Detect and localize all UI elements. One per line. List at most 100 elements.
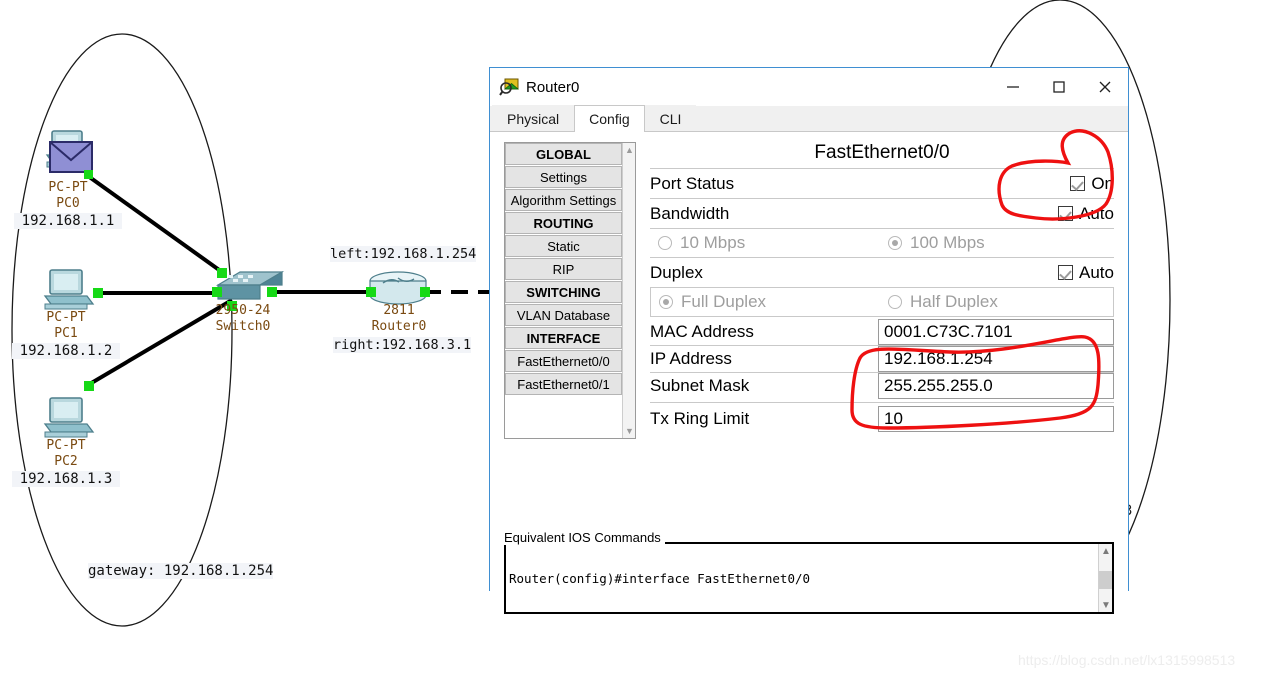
checkbox-icon[interactable] — [1058, 206, 1074, 221]
close-icon[interactable] — [1082, 68, 1128, 106]
link-led-switch-b — [212, 287, 222, 297]
device-pc1[interactable] — [43, 269, 95, 310]
mac-address-label: MAC Address — [650, 322, 754, 341]
router-left-ip-label: left:192.168.1.254 — [330, 246, 477, 262]
port-status-row: Port Status On — [650, 169, 1114, 199]
bandwidth-row: Bandwidth Auto — [650, 199, 1114, 229]
router-right-ip-label: right:192.168.3.1 — [333, 337, 472, 353]
tab-config[interactable]: Config — [574, 105, 645, 132]
router0-config-window[interactable]: Router0 Physical Config CLI GLOBAL Setti… — [489, 67, 1129, 614]
checkbox-icon[interactable] — [1058, 265, 1074, 280]
tx-ring-limit-label: Tx Ring Limit — [650, 409, 750, 428]
bandwidth-option-100mbps[interactable]: 100 Mbps — [882, 233, 1114, 253]
tree-item-rip[interactable]: RIP — [505, 258, 622, 280]
device-router0[interactable] — [369, 271, 427, 305]
bandwidth-option-label: 100 Mbps — [910, 233, 985, 252]
tx-ring-limit-input[interactable]: 10 — [878, 406, 1114, 432]
minimize-icon[interactable] — [990, 68, 1036, 106]
maximize-icon[interactable] — [1036, 68, 1082, 106]
mac-address-input[interactable]: 0001.C73C.7101 — [878, 319, 1114, 345]
checkbox-icon[interactable] — [1070, 176, 1086, 191]
link-led-pc1 — [93, 288, 103, 298]
equivalent-ios-commands-console[interactable]: Router(config)#interface FastEthernet0/0… — [504, 542, 1114, 614]
interface-config-panel: FastEthernet0/0 Port Status On Bandwidth… — [650, 142, 1114, 432]
window-controls — [990, 68, 1128, 106]
duplex-option-label: Half Duplex — [910, 292, 998, 311]
pc0-ip-label: 192.168.1.1 — [14, 213, 122, 229]
tree-item-settings[interactable]: Settings — [505, 166, 622, 188]
tree-item-algorithm-settings[interactable]: Algorithm Settings — [505, 189, 622, 211]
radio-icon[interactable] — [888, 236, 902, 250]
port-status-checkbox[interactable]: On — [1070, 174, 1114, 194]
pc2-model-label: PC-PT — [46, 438, 86, 453]
subnet-mask-row: Subnet Mask 255.255.255.0 — [650, 373, 1114, 399]
pc1-ip-label: 192.168.1.2 — [12, 343, 120, 359]
radio-icon[interactable] — [659, 295, 673, 309]
router0-model-label: 2811 — [383, 303, 415, 318]
scroll-down-icon[interactable]: ▼ — [623, 424, 635, 438]
pc0-name-label: PC0 — [56, 196, 80, 211]
tree-item-static[interactable]: Static — [505, 235, 622, 257]
link-led-pc0 — [84, 170, 93, 179]
config-body: GLOBAL Settings Algorithm Settings ROUTI… — [490, 132, 1128, 614]
pc1-name-label: PC1 — [54, 326, 78, 341]
ios-line: Router(config)#interface FastEthernet0/0 — [509, 571, 811, 586]
router0-name-label: Router0 — [371, 319, 427, 334]
packet-tracer-device-icon — [499, 77, 520, 97]
tab-strip: Physical Config CLI — [490, 105, 1128, 132]
tree-scrollbar[interactable]: ▲ ▼ — [622, 143, 635, 438]
tree-item-global[interactable]: GLOBAL — [505, 143, 622, 165]
config-tree[interactable]: GLOBAL Settings Algorithm Settings ROUTI… — [504, 142, 636, 439]
radio-icon[interactable] — [888, 295, 902, 309]
device-pc0[interactable] — [45, 130, 94, 173]
bandwidth-label: Bandwidth — [650, 203, 730, 223]
port-status-value: On — [1091, 173, 1114, 193]
ip-address-label: IP Address — [650, 349, 732, 368]
scrollbar-thumb[interactable] — [1099, 571, 1112, 589]
duplex-options-row: Full Duplex Half Duplex — [650, 288, 1114, 317]
tree-item-routing[interactable]: ROUTING — [505, 212, 622, 234]
tree-item-vlan-database[interactable]: VLAN Database — [505, 304, 622, 326]
gateway-note-label: gateway: 192.168.1.254 — [88, 563, 274, 579]
switch0-model-label: 2950-24 — [215, 303, 271, 318]
device-pc2[interactable] — [43, 397, 95, 438]
tab-cli[interactable]: CLI — [644, 105, 697, 131]
duplex-auto-label: Auto — [1079, 262, 1114, 282]
tree-item-fastethernet0-0[interactable]: FastEthernet0/0 — [505, 350, 622, 372]
pc2-ip-label: 192.168.1.3 — [12, 471, 120, 487]
ios-console-scrollbar[interactable]: ▲ ▼ — [1098, 544, 1112, 612]
tree-item-switching[interactable]: SWITCHING — [505, 281, 622, 303]
window-titlebar[interactable]: Router0 — [490, 68, 1128, 106]
tree-item-interface[interactable]: INTERFACE — [505, 327, 622, 349]
bandwidth-auto-checkbox[interactable]: Auto — [1058, 204, 1114, 224]
pc1-model-label: PC-PT — [46, 310, 86, 325]
duplex-option-full[interactable]: Full Duplex — [651, 292, 882, 312]
duplex-auto-checkbox[interactable]: Auto — [1058, 263, 1114, 283]
duplex-row: Duplex Auto — [650, 258, 1114, 288]
tree-item-fastethernet0-1[interactable]: FastEthernet0/1 — [505, 373, 622, 395]
link-led-pc2 — [84, 381, 94, 391]
bandwidth-option-10mbps[interactable]: 10 Mbps — [650, 233, 882, 253]
scroll-up-icon[interactable]: ▲ — [1099, 544, 1112, 558]
duplex-option-label: Full Duplex — [681, 292, 767, 311]
mac-address-row: MAC Address 0001.C73C.7101 — [650, 319, 1114, 345]
bandwidth-option-label: 10 Mbps — [680, 233, 746, 252]
subnet-mask-label: Subnet Mask — [650, 376, 750, 395]
scroll-up-icon[interactable]: ▲ — [623, 143, 635, 157]
switch0-name-label: Switch0 — [215, 319, 271, 334]
divider — [650, 402, 1114, 403]
ip-address-input[interactable]: 192.168.1.254 — [878, 346, 1114, 372]
window-title: Router0 — [526, 78, 580, 96]
interface-title: FastEthernet0/0 — [650, 142, 1114, 169]
tx-ring-limit-row: Tx Ring Limit 10 — [650, 406, 1114, 432]
duplex-option-half[interactable]: Half Duplex — [882, 292, 1113, 312]
subnet-mask-input[interactable]: 255.255.255.0 — [878, 373, 1114, 399]
link-led-switch-a — [217, 268, 227, 278]
pc0-model-label: PC-PT — [48, 180, 88, 195]
tab-physical[interactable]: Physical — [492, 105, 575, 131]
radio-icon[interactable] — [658, 236, 672, 250]
link-led-router-left — [366, 287, 376, 297]
watermark-text: https://blog.csdn.net/lx1315998513 — [1018, 652, 1236, 668]
scroll-down-icon[interactable]: ▼ — [1099, 598, 1112, 612]
port-status-label: Port Status — [650, 173, 735, 193]
